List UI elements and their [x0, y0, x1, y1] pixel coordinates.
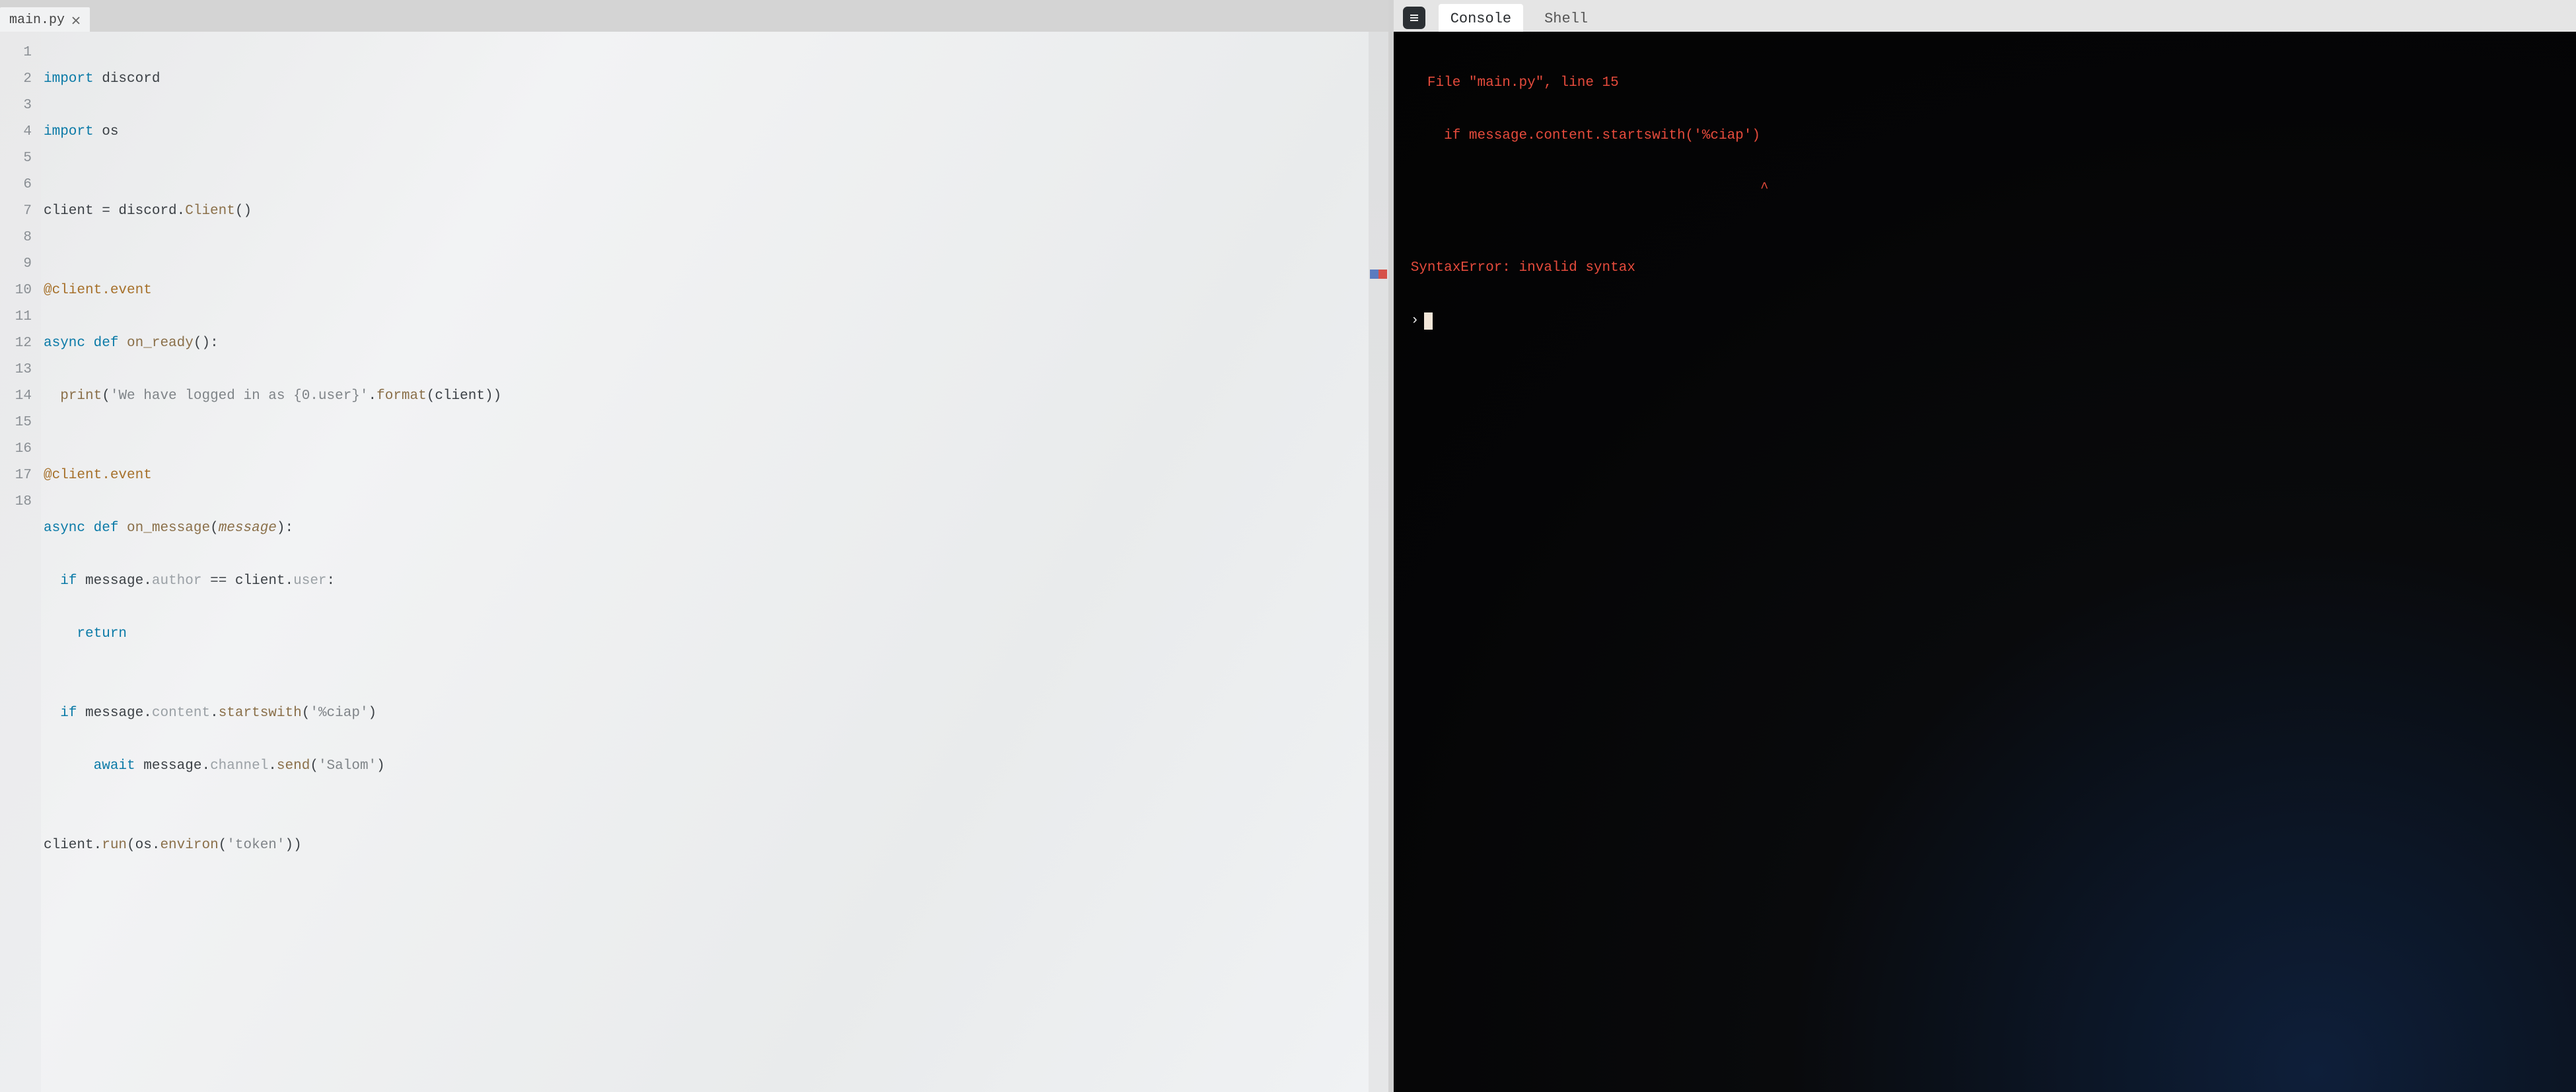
- line-number: 7: [0, 198, 32, 225]
- line-number: 14: [0, 383, 32, 410]
- minimap[interactable]: [1369, 32, 1388, 1092]
- terminal-line: File "main.py", line 15: [1411, 70, 2559, 96]
- line-number: 10: [0, 277, 32, 304]
- line-number: 5: [0, 145, 32, 172]
- line-number: 12: [0, 330, 32, 357]
- line-number: 16: [0, 436, 32, 462]
- code-line: @client.event: [44, 462, 1369, 489]
- code-line: client.run(os.environ('token')): [44, 832, 1369, 859]
- line-number: 6: [0, 172, 32, 198]
- workspace: main.py 1 2 3 4 5 6 7 8 9 10 11 12 13: [0, 0, 2576, 1092]
- line-number: 4: [0, 119, 32, 145]
- line-number: 13: [0, 357, 32, 383]
- tab-shell[interactable]: Shell: [1532, 4, 1600, 32]
- terminal-caret: ^: [1411, 176, 2559, 202]
- tab-label: Console: [1450, 11, 1511, 27]
- line-number: 15: [0, 410, 32, 436]
- close-icon[interactable]: [71, 16, 81, 25]
- code-line: await message.channel.send('Salom'): [44, 753, 1369, 780]
- code-line: return: [44, 621, 1369, 647]
- line-number: 2: [0, 66, 32, 92]
- code-line: client = discord.Client(): [44, 198, 1369, 225]
- console-panel: Console Shell File "main.py", line 15 if…: [1394, 0, 2576, 1092]
- editor-tabbar: main.py: [0, 0, 1388, 32]
- line-number: 3: [0, 92, 32, 119]
- line-number: 11: [0, 304, 32, 330]
- tab-label: Shell: [1544, 11, 1588, 27]
- terminal-line: SyntaxError: invalid syntax: [1411, 255, 2559, 281]
- code-line: async def on_ready():: [44, 330, 1369, 357]
- list-icon[interactable]: [1403, 7, 1425, 29]
- line-number: 8: [0, 225, 32, 251]
- console-tabbar: Console Shell: [1394, 0, 2576, 32]
- line-number: 17: [0, 462, 32, 489]
- editor-tab-filename: main.py: [9, 13, 65, 28]
- line-number: 1: [0, 40, 32, 66]
- code-line: @client.event: [44, 277, 1369, 304]
- line-number: 18: [0, 489, 32, 515]
- code-line: if message.content.startswith('%ciap'): [44, 700, 1369, 727]
- terminal-prompt: ›: [1411, 308, 1419, 334]
- code-line: if message.author == client.user:: [44, 568, 1369, 595]
- editor-tab-main[interactable]: main.py: [0, 7, 90, 32]
- line-number-gutter: 1 2 3 4 5 6 7 8 9 10 11 12 13 14 15 16 1…: [0, 32, 41, 1092]
- terminal-prompt-line: ›: [1411, 308, 2559, 334]
- code-line: import discord: [44, 66, 1369, 92]
- code-line: async def on_message(message):: [44, 515, 1369, 542]
- code-area: 1 2 3 4 5 6 7 8 9 10 11 12 13 14 15 16 1…: [0, 32, 1388, 1092]
- editor-panel: main.py 1 2 3 4 5 6 7 8 9 10 11 12 13: [0, 0, 1394, 1092]
- code-line: print('We have logged in as {0.user}'.fo…: [44, 383, 1369, 410]
- cursor-icon: [1424, 312, 1433, 330]
- code-line: import os: [44, 119, 1369, 145]
- tab-console[interactable]: Console: [1439, 4, 1523, 32]
- minimap-marker: [1370, 270, 1387, 279]
- line-number: 9: [0, 251, 32, 277]
- terminal-line: if message.content.startswith('%ciap'): [1411, 123, 2559, 149]
- terminal-output[interactable]: File "main.py", line 15 if message.conte…: [1394, 32, 2576, 1092]
- code-editor[interactable]: import discord import os client = discor…: [41, 32, 1369, 1092]
